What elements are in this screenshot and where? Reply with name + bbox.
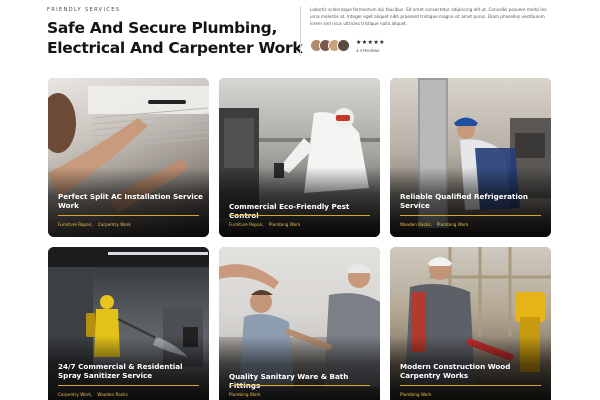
card-tags: Furniture Repair, Plumbing Work	[229, 222, 300, 227]
card-tags: Plumbing Work	[229, 392, 261, 397]
reviewer-avatars	[310, 39, 354, 53]
card-divider	[400, 215, 541, 216]
service-card[interactable]: Perfect Split AC Installation Service Wo…	[48, 78, 209, 237]
card-title[interactable]: Reliable Qualified Refrigeration Service	[400, 192, 545, 210]
tag-link[interactable]: Wooden Racks	[97, 392, 128, 397]
card-divider	[58, 385, 199, 386]
tag-link[interactable]: Furniture Repair,	[229, 222, 264, 227]
card-tags: Carpentry Work, Wooden Racks	[58, 392, 128, 397]
section-headline: Safe And Secure Plumbing, Electrical And…	[47, 18, 303, 58]
section-eyebrow: FRIENDLY SERVICES	[47, 7, 121, 13]
intro-paragraph: Lobortis scelerisque fermentum dui fauci…	[310, 7, 547, 26]
headline-line-1: Safe And Secure Plumbing,	[47, 19, 278, 37]
review-count: 4.4 Reviews	[356, 48, 380, 53]
card-divider	[229, 215, 370, 216]
card-title[interactable]: Commercial Eco-Friendly Pest Control	[229, 202, 374, 220]
card-divider	[58, 215, 199, 216]
service-card[interactable]: 24/7 Commercial & Residential Spray Sani…	[48, 247, 209, 400]
card-title[interactable]: 24/7 Commercial & Residential Spray Sani…	[58, 362, 203, 380]
tag-link[interactable]: Carpentry Work	[98, 222, 131, 227]
headline-line-2: Electrical And Carpenter Work	[47, 39, 303, 57]
card-title[interactable]: Quality Sanitary Ware & Bath Fittings	[229, 372, 374, 390]
avatar	[337, 39, 350, 52]
card-overlay	[219, 336, 380, 400]
service-card[interactable]: Commercial Eco-Friendly Pest Control Fur…	[219, 78, 380, 237]
service-card[interactable]: Reliable Qualified Refrigeration Service…	[390, 78, 551, 237]
service-card[interactable]: Quality Sanitary Ware & Bath Fittings Pl…	[219, 247, 380, 400]
service-card[interactable]: Modern Construction Wood Carpentry Works…	[390, 247, 551, 400]
card-divider	[400, 385, 541, 386]
tag-link[interactable]: Plumbing Work	[437, 222, 469, 227]
card-tags: Wooden Racks, Plumbing Work	[400, 222, 468, 227]
tag-link[interactable]: Wooden Racks,	[400, 222, 432, 227]
tag-link[interactable]: Plumbing Work	[229, 392, 261, 397]
star-rating: ★★★★★	[356, 40, 385, 46]
card-tags: Plumbing Work	[400, 392, 432, 397]
card-title[interactable]: Modern Construction Wood Carpentry Works	[400, 362, 545, 380]
tag-link[interactable]: Carpentry Work,	[58, 392, 92, 397]
card-divider	[229, 385, 370, 386]
tag-link[interactable]: Plumbing Work	[400, 392, 432, 397]
tag-link[interactable]: Furniture Repair,	[58, 222, 93, 227]
tag-link[interactable]: Plumbing Work	[269, 222, 301, 227]
card-title[interactable]: Perfect Split AC Installation Service Wo…	[58, 192, 203, 210]
header-divider	[300, 6, 301, 56]
card-tags: Furniture Repair, Carpentry Work	[58, 222, 131, 227]
